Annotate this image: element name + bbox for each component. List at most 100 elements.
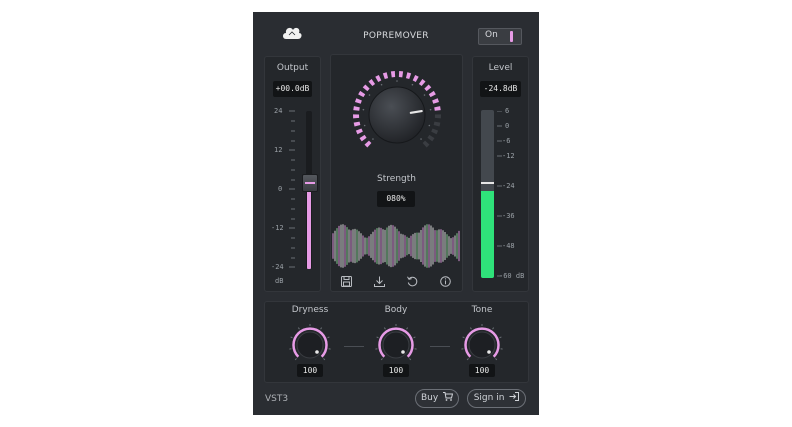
- download-icon[interactable]: [374, 276, 385, 287]
- output-label: Output: [276, 63, 309, 73]
- macro-knob[interactable]: [288, 323, 332, 367]
- macro-tick: [495, 358, 498, 361]
- macro-pointer: [315, 350, 319, 354]
- output-fader-fill: [307, 182, 311, 269]
- output-fader-handle[interactable]: [302, 174, 318, 193]
- macro-knob[interactable]: [374, 323, 418, 367]
- level-panel: Level -24.8dB 6 0 -6 -12 -24 -36 -48 -60…: [472, 56, 529, 292]
- output-readout[interactable]: +00.0dB: [273, 81, 312, 97]
- strength-arc-segment: [418, 79, 426, 87]
- reset-icon[interactable]: [407, 276, 418, 287]
- strength-tick-dot: [396, 80, 398, 82]
- macro-knob[interactable]: [460, 323, 504, 367]
- power-label: On: [485, 30, 498, 40]
- strength-arc-segment: [375, 74, 382, 82]
- macro-pointer: [401, 350, 405, 354]
- macro-readout[interactable]: 100: [383, 364, 409, 377]
- output-tick: 12: [274, 146, 283, 154]
- strength-arc-segment: [368, 79, 376, 87]
- macro-readout[interactable]: 100: [297, 364, 323, 377]
- strength-tick-dot: [362, 108, 365, 111]
- level-tick: -24: [502, 182, 515, 190]
- level-tick: -60 dB: [499, 272, 525, 280]
- strength-arc-segment: [358, 90, 366, 98]
- signin-label: Sign in: [473, 393, 505, 403]
- macro-readout[interactable]: 100: [469, 364, 495, 377]
- strength-tick-dot: [368, 94, 371, 96]
- level-tick: 6: [505, 107, 510, 115]
- power-indicator: [510, 31, 513, 42]
- strength-tick-dot: [372, 138, 374, 140]
- strength-arc-segment: [353, 106, 360, 111]
- output-tick: -12: [271, 224, 284, 232]
- strength-tick-dot: [429, 108, 432, 111]
- save-icon[interactable]: [341, 276, 352, 287]
- macro-tick: [492, 327, 495, 330]
- strength-arc-segment: [433, 121, 441, 127]
- strength-tick-dot: [411, 83, 414, 86]
- macro-tick: [466, 358, 469, 361]
- cart-icon: [443, 392, 454, 401]
- level-tick: -48: [502, 242, 515, 250]
- level-tick: -6: [502, 137, 511, 145]
- strength-arc-segment: [405, 72, 412, 80]
- macro-knob-body[interactable]: [296, 331, 324, 359]
- macro-label: Tone: [471, 305, 493, 315]
- info-icon[interactable]: [440, 276, 451, 287]
- level-readout: -24.8dB: [480, 81, 521, 97]
- macro-tick: [294, 358, 297, 361]
- strength-readout[interactable]: 080%: [377, 191, 415, 207]
- macro-tick: [383, 327, 386, 330]
- strength-tick-dot: [423, 94, 426, 96]
- plugin-title: POPREMOVER: [363, 31, 429, 41]
- macro-tick: [380, 358, 383, 361]
- format-label: VST3: [265, 394, 289, 404]
- toolbar: [331, 273, 462, 291]
- level-peak-marker: [481, 182, 494, 185]
- strength-arc-segment: [434, 106, 441, 111]
- output-tick-marks: [289, 110, 295, 268]
- strength-arc-segment: [431, 128, 439, 135]
- level-label: Level: [488, 63, 513, 73]
- strength-arc-segment: [353, 121, 361, 127]
- strength-knob[interactable]: [343, 65, 451, 165]
- strength-arc-segment: [354, 98, 362, 104]
- macro-label: Body: [384, 305, 408, 315]
- macro-knob-body[interactable]: [468, 331, 496, 359]
- buy-button[interactable]: Buy: [415, 389, 459, 408]
- level-tick: -36: [502, 212, 515, 220]
- power-toggle[interactable]: On: [478, 28, 522, 45]
- strength-knob-body[interactable]: [368, 86, 426, 144]
- macro-tick: [462, 336, 465, 339]
- output-panel: Output +00.0dB 24 12 0 -12 -24 dB: [264, 56, 321, 292]
- level-tick: -12: [502, 152, 515, 160]
- strength-arc-segment: [434, 114, 441, 119]
- cloud-logo-icon: [283, 27, 302, 39]
- plugin-window: POPREMOVER On Output +00.0dB 24 12 0 -12…: [253, 12, 539, 415]
- strength-tick-dot: [380, 83, 383, 86]
- macro-tick: [323, 358, 326, 361]
- output-unit: dB: [275, 277, 284, 285]
- macro-tick: [297, 327, 300, 330]
- waveform-display: [332, 224, 460, 268]
- strength-arc-segment: [362, 84, 370, 92]
- macro-tick: [413, 336, 416, 339]
- strength-arc-segment: [427, 134, 435, 142]
- macro-label: Dryness: [291, 305, 329, 315]
- macro-pointer: [487, 350, 491, 354]
- strength-tick-dot: [363, 124, 366, 127]
- strength-label: Strength: [377, 174, 416, 184]
- buy-label: Buy: [420, 393, 439, 403]
- signin-button[interactable]: Sign in: [467, 389, 526, 408]
- macro-tick: [406, 327, 409, 330]
- macro-tick: [376, 336, 379, 339]
- strength-arc-segment: [390, 71, 396, 78]
- level-meter: [481, 110, 494, 278]
- strength-arc-segment: [353, 114, 360, 119]
- strength-arc-segment: [364, 140, 372, 148]
- macro-knob-body[interactable]: [382, 331, 410, 359]
- login-icon: [509, 392, 520, 401]
- level-tick: 0: [505, 122, 510, 130]
- macro-knobs: Dryness 100 Body 100 Tone 100: [264, 301, 527, 381]
- strength-arc-segment: [355, 128, 363, 135]
